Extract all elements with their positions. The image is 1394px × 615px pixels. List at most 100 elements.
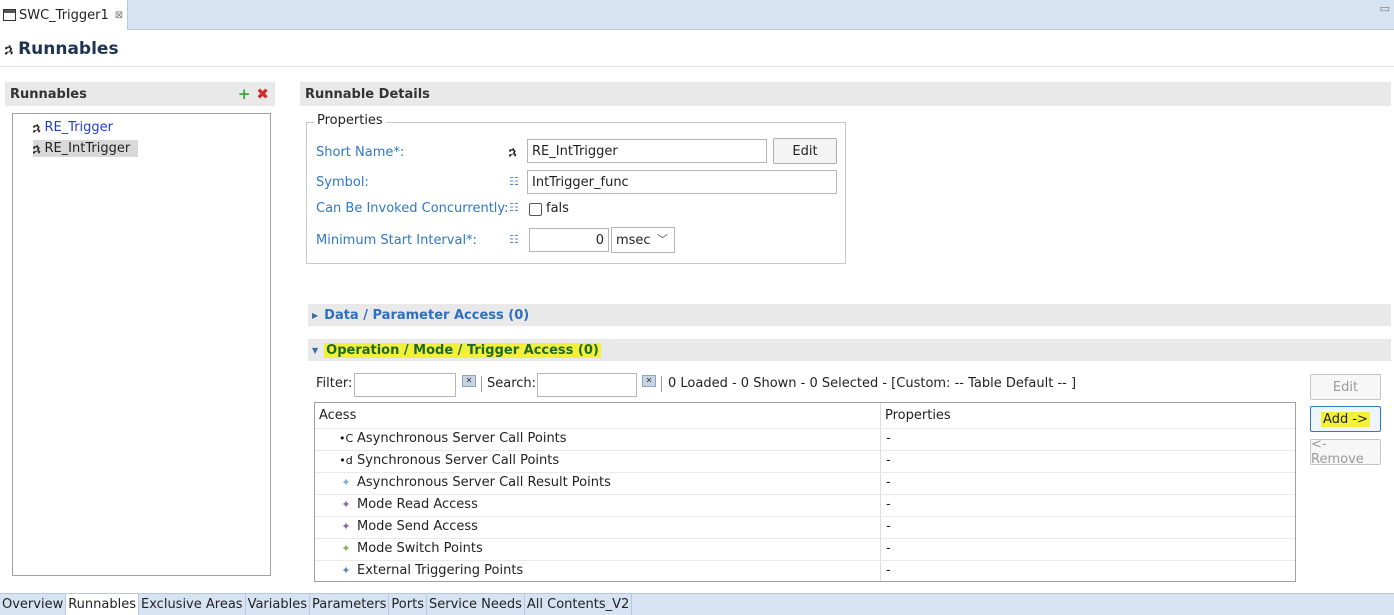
tree-item-re-trigger[interactable]: ኋ RE_Trigger — [13, 117, 270, 138]
table-row[interactable]: •d Synchronous Server Call Points - — [315, 450, 1295, 472]
page-tab-all-contents-v2[interactable]: All Contents_V2 — [525, 594, 633, 615]
page-title-text: Runnables — [18, 39, 119, 59]
access-cell: •C Asynchronous Server Call Points — [339, 431, 567, 446]
close-icon[interactable]: ⊠ — [115, 10, 123, 21]
page-tab-overview[interactable]: Overview — [0, 594, 67, 615]
access-label: Mode Read Access — [357, 497, 478, 512]
min-start-property-icon: ☷ — [509, 233, 519, 246]
data-parameter-access-title: Data / Parameter Access (0) — [324, 307, 530, 323]
properties-title: Properties — [314, 113, 386, 128]
edit-short-name-button[interactable]: Edit — [773, 138, 837, 164]
page-tab-parameters[interactable]: Parameters — [310, 594, 390, 615]
runnables-tree[interactable]: ኋ RE_Trigger ኋ RE_IntTrigger — [12, 113, 271, 576]
min-start-interval-field[interactable]: 0 — [529, 228, 609, 252]
table-row[interactable]: ✦ Mode Switch Points - — [315, 538, 1295, 560]
editor-tab[interactable]: SWC_Trigger1 ⊠ — [0, 0, 128, 30]
tree-item-label: RE_IntTrigger — [44, 141, 131, 156]
properties-cell: - — [886, 519, 891, 534]
concurrent-value: fals — [546, 201, 569, 216]
access-type-icon: ✦ — [341, 498, 351, 511]
add-runnable-icon[interactable]: + — [238, 85, 251, 103]
edit-button[interactable]: Edit — [1310, 374, 1381, 400]
table-status-text: 0 Loaded - 0 Shown - 0 Selected - [Custo… — [668, 376, 1077, 391]
search-label: Search: — [487, 376, 537, 391]
min-start-interval-label[interactable]: Minimum Start Interval*: — [316, 233, 477, 248]
search-input[interactable] — [537, 373, 637, 397]
min-start-interval-value: 0 — [595, 232, 604, 248]
table-row[interactable]: ✦ Asynchronous Server Call Result Points - — [315, 472, 1295, 494]
remove-button[interactable]: <- Remove — [1310, 437, 1381, 467]
chevron-down-icon: ﹀ — [657, 233, 668, 246]
symbol-value: IntTrigger_func — [532, 174, 629, 190]
add-button[interactable]: Add -> — [1310, 406, 1381, 432]
tree-item-re-inttrigger[interactable]: ኋ RE_IntTrigger — [13, 138, 270, 159]
filter-label: Filter: — [316, 376, 353, 391]
page-tab-variables[interactable]: Variables — [246, 594, 310, 615]
access-cell: ✦ Mode Read Access — [339, 497, 478, 512]
access-type-icon: ✦ — [341, 564, 351, 577]
chevron-right-icon: ▶ — [312, 310, 319, 320]
table-row[interactable]: ✦ External Triggering Points - — [315, 560, 1295, 581]
tree-item-label: RE_Trigger — [44, 120, 114, 135]
runnable-details-title: Runnable Details — [305, 86, 430, 102]
page-tab-ports[interactable]: Ports — [389, 594, 427, 615]
short-name-value: RE_IntTrigger — [532, 143, 618, 159]
clear-search-icon[interactable]: ✕ — [642, 375, 656, 387]
table-row[interactable]: ✦ Mode Read Access - — [315, 494, 1295, 516]
runnable-icon: ኋ — [5, 41, 14, 57]
table-row[interactable]: ✦ Mode Send Access - — [315, 516, 1295, 538]
header-divider — [0, 66, 1394, 67]
access-type-icon: ✦ — [341, 542, 351, 555]
delete-runnable-icon[interactable]: ✖ — [256, 85, 269, 103]
access-cell: ✦ Mode Send Access — [339, 519, 478, 534]
short-name-field[interactable]: RE_IntTrigger — [527, 139, 767, 163]
properties-cell: - — [886, 475, 891, 490]
concurrent-label[interactable]: Can Be Invoked Concurrently: — [316, 201, 509, 216]
symbol-field[interactable]: IntTrigger_func — [527, 170, 837, 194]
symbol-label[interactable]: Symbol: — [316, 175, 369, 190]
time-unit-select[interactable]: msec ﹀ — [611, 227, 675, 253]
properties-cell: - — [886, 453, 891, 468]
access-label: Asynchronous Server Call Points — [357, 431, 567, 446]
runnable-details-header: Runnable Details — [300, 82, 1391, 106]
access-label: External Triggering Points — [357, 563, 524, 578]
access-label: Mode Send Access — [357, 519, 478, 534]
runnables-section-title: Runnables — [10, 86, 87, 102]
concurrent-checkbox[interactable] — [529, 203, 542, 216]
column-header-properties[interactable]: Properties — [881, 403, 1291, 427]
runnables-section-header: Runnables + ✖ — [5, 82, 275, 106]
properties-cell: - — [886, 497, 891, 512]
operation-mode-trigger-access-section[interactable]: ▼ Operation / Mode / Trigger Access (0) — [308, 339, 1391, 361]
file-icon — [3, 9, 16, 21]
access-table[interactable]: Acess Properties •C Asynchronous Server C… — [314, 402, 1296, 582]
data-parameter-access-section[interactable]: ▶ Data / Parameter Access (0) — [308, 304, 1391, 326]
runnable-icon: ኋ — [509, 144, 517, 158]
page-tab-exclusive-areas[interactable]: Exclusive Areas — [139, 594, 246, 615]
add-button-label: Add -> — [1321, 411, 1370, 427]
editor-tab-strip: SWC_Trigger1 ⊠ ▭ — [0, 0, 1394, 30]
table-row[interactable]: •C Asynchronous Server Call Points - — [315, 428, 1295, 450]
separator — [481, 376, 482, 392]
access-cell: ✦ Mode Switch Points — [339, 541, 483, 556]
page-tab-service-needs[interactable]: Service Needs — [427, 594, 525, 615]
editor-tab-title: SWC_Trigger1 — [19, 7, 109, 23]
clear-filter-icon[interactable]: ✕ — [462, 375, 476, 387]
access-type-icon: •d — [339, 454, 353, 467]
separator — [661, 376, 662, 392]
runnable-icon: ኋ — [33, 120, 41, 134]
minimize-icon[interactable]: ▭ — [1380, 2, 1390, 15]
access-label: Synchronous Server Call Points — [357, 453, 560, 468]
page-tab-bar: Overview Runnables Exclusive Areas Variable… — [0, 593, 1394, 615]
chevron-down-icon: ▼ — [312, 345, 319, 355]
concurrent-property-icon: ☷ — [509, 201, 519, 214]
short-name-label[interactable]: Short Name*: — [316, 145, 404, 160]
filter-input[interactable] — [354, 373, 456, 397]
access-type-icon: ✦ — [341, 520, 351, 533]
operation-mode-trigger-access-title: Operation / Mode / Trigger Access (0) — [324, 342, 601, 358]
page-tab-runnables[interactable]: Runnables — [66, 594, 139, 615]
access-label: Mode Switch Points — [357, 541, 483, 556]
access-label: Asynchronous Server Call Result Points — [357, 475, 611, 490]
properties-group: Properties Short Name*: ኋ RE_IntTrigger … — [306, 113, 846, 264]
column-header-access[interactable]: Acess — [315, 403, 880, 427]
access-cell: ✦ Asynchronous Server Call Result Points — [339, 475, 611, 490]
